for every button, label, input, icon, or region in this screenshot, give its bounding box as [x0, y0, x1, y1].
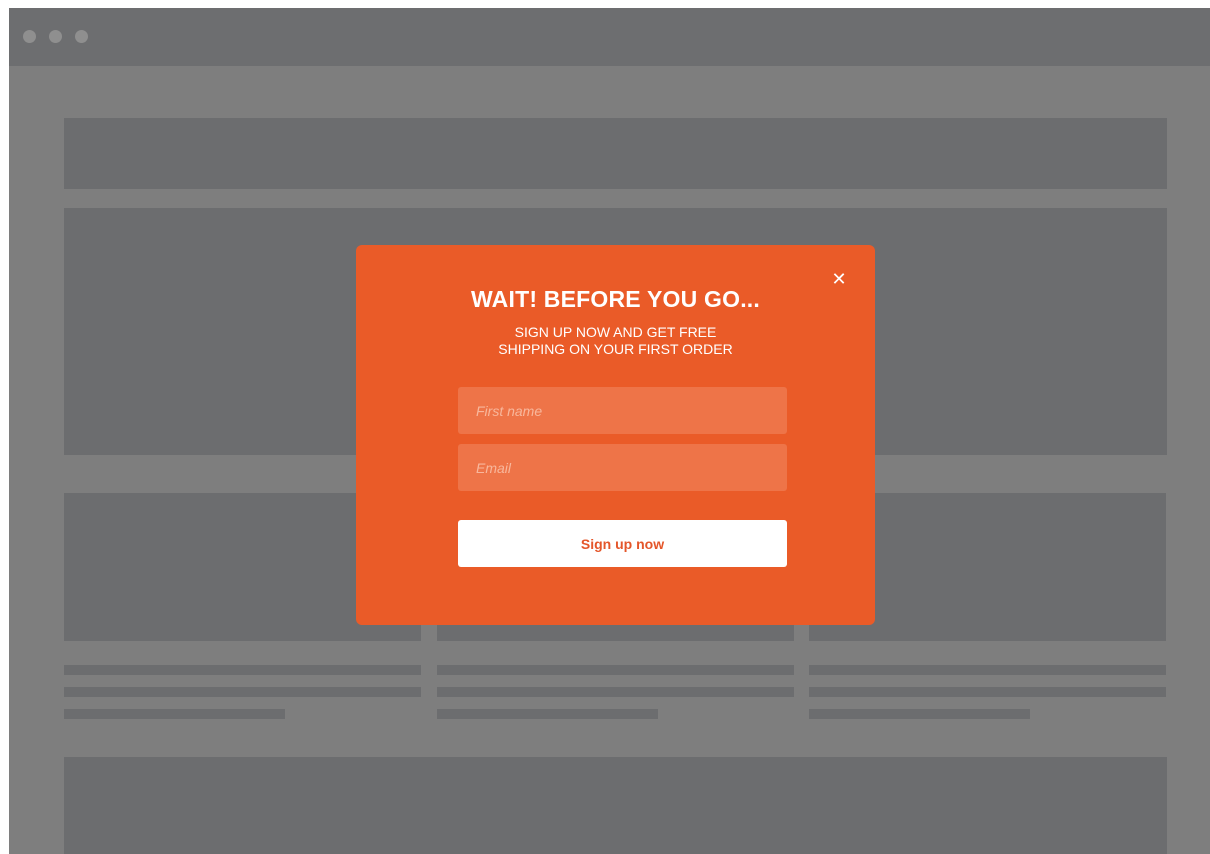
popup-subtitle-line: SIGN UP NOW AND GET FREE	[514, 324, 717, 340]
text-line-placeholder	[809, 709, 1030, 719]
text-line-placeholder	[437, 709, 658, 719]
signup-popup: ✕ WAIT! BEFORE YOU GO... SIGN UP NOW AND…	[356, 245, 875, 625]
email-input[interactable]	[458, 444, 787, 491]
text-line-placeholder	[64, 665, 421, 675]
header-placeholder	[64, 118, 1167, 189]
text-line-placeholder	[437, 687, 794, 697]
first-name-input[interactable]	[458, 387, 787, 434]
browser-window: ✕ WAIT! BEFORE YOU GO... SIGN UP NOW AND…	[9, 8, 1210, 854]
popup-subtitle-line: SHIPPING ON YOUR FIRST ORDER	[498, 341, 733, 357]
text-line-placeholder	[809, 665, 1166, 675]
text-line-placeholder	[809, 687, 1166, 697]
sign-up-button[interactable]: Sign up now	[458, 520, 787, 567]
window-control-dot[interactable]	[49, 30, 62, 43]
popup-subtitle: SIGN UP NOW AND GET FREE SHIPPING ON YOU…	[356, 324, 875, 358]
text-line-placeholder	[64, 709, 285, 719]
text-line-placeholder	[64, 687, 421, 697]
footer-placeholder	[64, 757, 1167, 854]
browser-titlebar	[9, 8, 1210, 66]
popup-title: WAIT! BEFORE YOU GO...	[471, 286, 760, 312]
text-line-placeholder	[437, 665, 794, 675]
close-icon[interactable]: ✕	[831, 270, 847, 288]
window-control-dot[interactable]	[23, 30, 36, 43]
window-control-dot[interactable]	[75, 30, 88, 43]
